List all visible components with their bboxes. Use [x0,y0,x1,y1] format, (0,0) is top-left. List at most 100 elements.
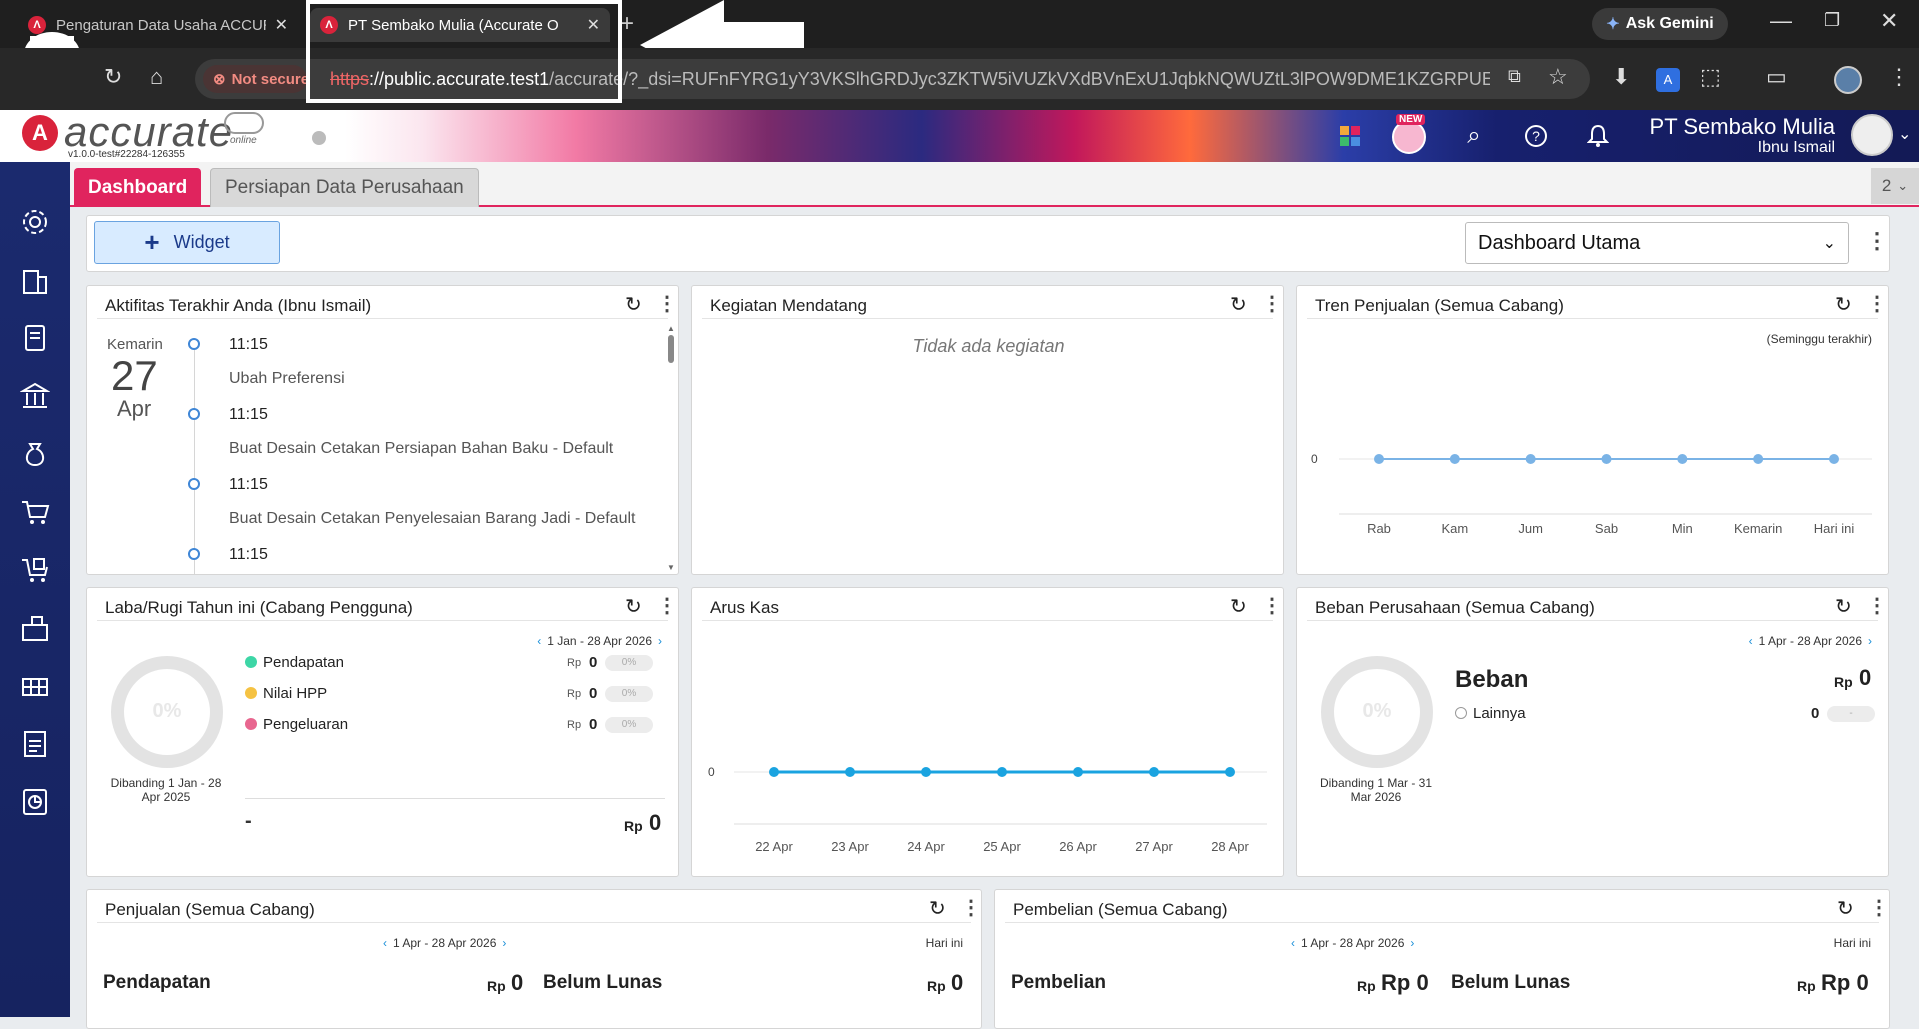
help-icon[interactable]: ? [1518,118,1554,154]
browser-menu-icon[interactable]: ⋮ [1888,64,1910,90]
scroll-up-icon[interactable]: ▲ [667,324,675,333]
company-building-icon[interactable] [15,260,55,300]
user-avatar[interactable] [1851,114,1893,156]
pl-percent: 0% [605,655,653,671]
scrollbar-thumb[interactable] [668,335,674,363]
window-close-icon[interactable]: ✕ [1880,8,1898,34]
reload-icon[interactable]: ↻ [104,64,122,90]
profile-avatar[interactable] [1834,66,1862,94]
accurate-logo[interactable]: A [22,115,58,151]
profit-donut-chart: 0% [111,656,223,768]
ledger-book-icon[interactable] [15,318,55,358]
chevron-right-icon[interactable]: › [1868,634,1872,648]
translate-icon[interactable]: ⧉ [1508,66,1521,87]
logo-subtitle: online [230,135,257,146]
browser-tab-2[interactable]: Λ PT Sembako Mulia (Accurate O ✕ [310,8,610,42]
data-point [845,767,855,777]
date-range: ‹ 1 Apr - 28 Apr 2026 › [1748,634,1872,648]
x-tick-label: 23 Apr [831,839,869,854]
user-name[interactable]: Ibnu Ismail [1758,139,1835,157]
pl-currency: Rp [567,719,582,731]
restore-icon[interactable]: ❐ [1824,10,1840,31]
scrollbar[interactable]: ▲ ▼ [667,324,675,572]
activity-text[interactable]: Buat Desain Cetakan Penyelesaian Barang … [229,510,635,528]
money-bag-icon[interactable] [15,434,55,474]
minimize-icon[interactable]: — [1770,8,1792,34]
report-chart-icon[interactable] [15,782,55,822]
data-point [1677,454,1688,464]
widget-menu-icon[interactable]: ⋮ [1867,593,1887,618]
chevron-right-icon[interactable]: › [1410,936,1414,950]
expense-heading-currency: Rp [1834,674,1853,690]
chevron-left-icon[interactable]: ‹ [537,634,541,648]
divider [702,620,1273,621]
refresh-icon[interactable]: ↻ [1230,594,1247,619]
new-tab-button[interactable]: + [620,10,634,38]
activity-text[interactable]: Ubah Preferensi [229,370,345,388]
ask-gemini-button[interactable]: ✦ Ask Gemini [1592,8,1728,40]
cast-icon[interactable]: ▭ [1766,64,1787,90]
cashflow-chart: 0 22 Apr 23 Apr 24 Apr 25 Apr 26 Apr 27 Apr 28 … [708,765,1267,854]
download-icon[interactable]: ⬇ [1612,64,1630,90]
apps-grid-icon[interactable] [1332,118,1368,154]
settings-icon[interactable] [15,202,55,242]
refresh-icon[interactable]: ↻ [1835,292,1852,317]
sales-cart-icon[interactable] [15,492,55,532]
activity-text[interactable]: Buat Desain Cetakan Persiapan Bahan Baku… [229,440,613,458]
inventory-icon[interactable] [15,608,55,648]
bookmark-star-icon[interactable]: ☆ [1548,64,1568,90]
widget-menu-icon[interactable]: ⋮ [1262,593,1282,618]
widget-title: Tren Penjualan (Semua Cabang) [1315,296,1564,315]
data-point [997,767,1007,777]
home-icon[interactable]: ⌂ [150,64,163,90]
refresh-icon[interactable]: ↻ [1230,292,1247,317]
dashboard-select[interactable]: Dashboard Utama ⌄ [1465,222,1849,264]
chevron-right-icon[interactable]: › [502,936,506,950]
company-name[interactable]: PT Sembako Mulia [1650,114,1835,140]
extensions-puzzle-icon[interactable]: ⬚ [1700,64,1721,90]
manufacturing-icon[interactable] [15,666,55,706]
chevron-down-icon[interactable]: ⌄ [1898,124,1911,144]
dashboard-menu-icon[interactable]: ⋮ [1866,228,1888,254]
close-tab-icon[interactable]: ✕ [275,15,288,35]
date-range: ‹ 1 Apr - 28 Apr 2026 › [383,936,507,950]
chevron-left-icon[interactable]: ‹ [1749,634,1753,648]
widget-menu-icon[interactable]: ⋮ [657,291,677,316]
purchase-cart-icon[interactable] [15,550,55,590]
notification-bell-icon[interactable] [1580,118,1616,154]
widget-menu-icon[interactable]: ⋮ [1262,291,1282,316]
url-text[interactable]: https://public.accurate.test1/accurate/?… [330,69,1490,90]
refresh-icon[interactable]: ↻ [1837,896,1854,921]
widget-menu-icon[interactable]: ⋮ [1869,895,1889,920]
not-secure-chip[interactable]: ⊗ Not secure [203,65,307,93]
search-icon[interactable]: ⌕ [1456,118,1492,154]
widget-menu-icon[interactable]: ⋮ [961,895,981,920]
browser-tab-1[interactable]: Λ Pengaturan Data Usaha ACCUR ✕ [18,8,298,42]
chevron-left-icon[interactable]: ‹ [383,936,387,950]
close-tab-icon[interactable]: ✕ [587,15,600,35]
add-widget-button[interactable]: + Widget [94,221,280,264]
tab-persiapan-data[interactable]: Persiapan Data Perusahaan [210,168,479,207]
refresh-icon[interactable]: ↻ [625,292,642,317]
purchase-value: Rp 0 [1381,970,1429,995]
tab-dashboard[interactable]: Dashboard [74,168,202,207]
widget-menu-icon[interactable]: ⋮ [1867,291,1887,316]
x-tick-label: Hari ini [1814,521,1855,536]
tax-document-icon[interactable] [15,724,55,764]
widget-menu-icon[interactable]: ⋮ [657,593,677,618]
scroll-down-icon[interactable]: ▼ [667,563,675,572]
chevron-right-icon[interactable]: › [658,634,662,648]
timeline-dot-icon [188,548,200,560]
data-point [1829,454,1839,464]
bank-icon[interactable] [15,376,55,416]
refresh-icon[interactable]: ↻ [1835,594,1852,619]
chevron-left-icon[interactable]: ‹ [1291,936,1295,950]
divider [702,318,1273,319]
refresh-icon[interactable]: ↻ [929,896,946,921]
mascot-icon[interactable] [1392,120,1426,154]
extension-icon[interactable]: A [1656,68,1680,92]
refresh-icon[interactable]: ↻ [625,594,642,619]
date-range: ‹ 1 Apr - 28 Apr 2026 › [1291,936,1415,950]
tab-count-dropdown[interactable]: 2 ⌄ [1871,168,1919,204]
app-header [0,110,1919,162]
